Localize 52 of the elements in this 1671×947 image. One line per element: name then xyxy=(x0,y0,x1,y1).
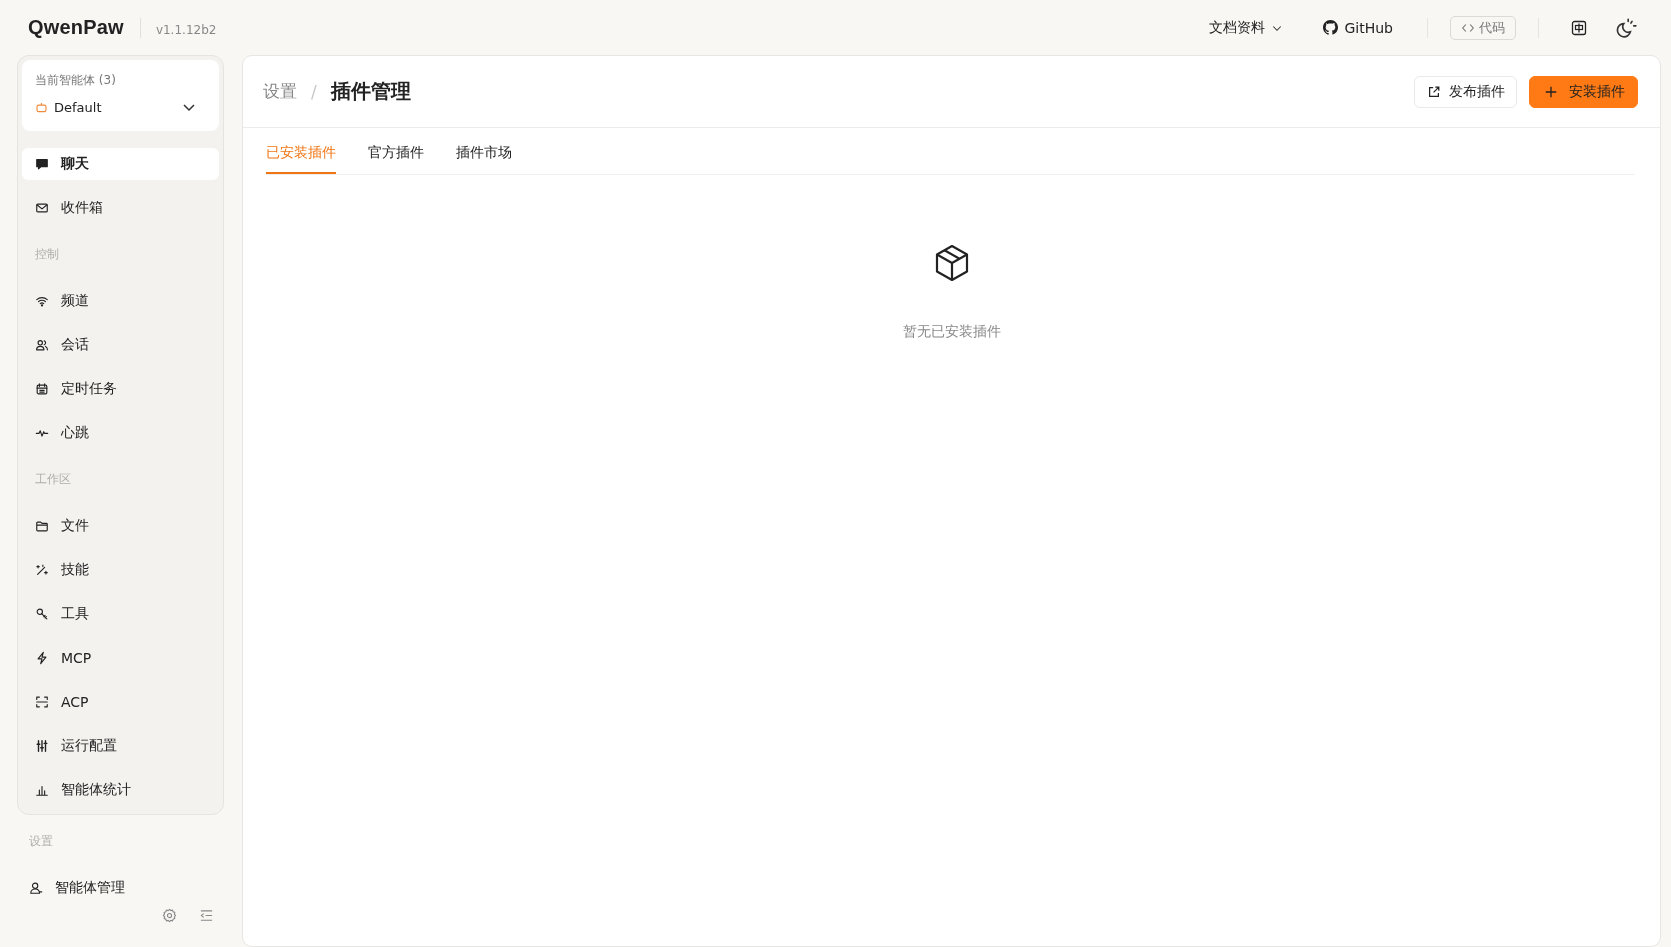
tab[interactable]: 插件市场 xyxy=(456,128,512,174)
bar-chart-icon xyxy=(35,783,49,797)
sidebar-item[interactable]: 心跳 xyxy=(22,417,219,449)
robot-icon xyxy=(35,100,48,114)
language-icon[interactable] xyxy=(1571,19,1587,36)
version-label: v1.1.12b2 xyxy=(155,22,217,37)
github-icon xyxy=(1323,20,1339,35)
tab[interactable]: 官方插件 xyxy=(368,128,424,174)
breadcrumb-separator: / xyxy=(311,81,317,102)
magic-wand-icon xyxy=(35,563,49,577)
section-heading: 设置 xyxy=(28,833,54,850)
chat-icon xyxy=(35,157,49,171)
users-icon xyxy=(35,338,49,352)
github-link[interactable]: GitHub xyxy=(1323,19,1393,36)
logo: QwenPaw xyxy=(28,16,124,39)
calendar-icon xyxy=(35,382,49,396)
section-heading: 工作区 xyxy=(34,471,72,488)
sidebar-item[interactable]: 技能 xyxy=(22,554,219,586)
user-icon xyxy=(29,881,43,895)
sidebar-item[interactable]: 文件 xyxy=(22,510,219,542)
sidebar-item[interactable]: 智能体统计 xyxy=(22,774,219,806)
breadcrumb-link[interactable]: 设置 xyxy=(263,80,297,103)
docs-menu[interactable]: 文档资料 xyxy=(1209,18,1284,37)
sidebar-item[interactable]: MCP xyxy=(22,642,219,674)
code-button[interactable]: 代码 xyxy=(1450,15,1516,40)
wrench-icon xyxy=(35,607,49,621)
page-title: 插件管理 xyxy=(330,78,411,105)
section-heading: 控制 xyxy=(34,246,60,263)
sidebar-item[interactable]: 运行配置 xyxy=(22,730,219,762)
sidebar-item[interactable]: 频道 xyxy=(22,285,219,317)
sliders-icon xyxy=(35,739,49,753)
sidebar-item[interactable]: ACP xyxy=(22,686,219,718)
sidebar-item[interactable]: 收件箱 xyxy=(22,192,219,224)
sidebar-item[interactable]: 智能体管理 xyxy=(17,872,224,904)
install-plugin-button[interactable]: 安装插件 xyxy=(1529,75,1638,108)
settings-icon[interactable] xyxy=(162,908,177,923)
sidebar-item[interactable]: 工具 xyxy=(22,598,219,630)
lightning-icon xyxy=(35,651,49,665)
sidebar-item[interactable]: 聊天 xyxy=(22,148,219,180)
plus-icon xyxy=(1544,84,1558,99)
sidebar-item[interactable]: 定时任务 xyxy=(22,373,219,405)
empty-message: 暂无已安装插件 xyxy=(902,323,1001,341)
theme-toggle-icon[interactable] xyxy=(1615,16,1637,39)
scan-icon xyxy=(35,695,49,709)
wifi-icon xyxy=(35,294,49,308)
agent-selector[interactable]: 当前智能体 (3) Default xyxy=(22,60,219,131)
mail-icon xyxy=(35,201,49,215)
sidebar-item[interactable]: 会话 xyxy=(22,329,219,361)
publish-plugin-button[interactable]: 发布插件 xyxy=(1414,75,1517,108)
collapse-menu-icon[interactable] xyxy=(199,908,214,923)
external-link-icon xyxy=(1427,84,1441,99)
folder-icon xyxy=(35,519,49,533)
